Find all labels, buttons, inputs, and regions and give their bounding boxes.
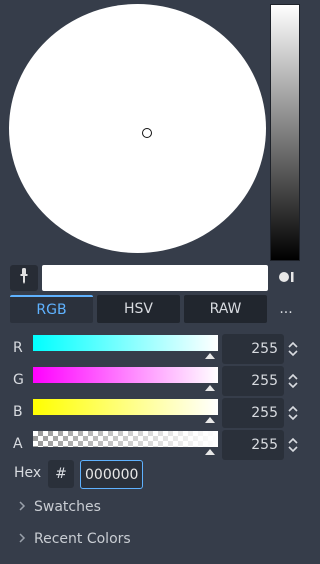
channel-label-g: G — [13, 372, 24, 388]
slider-b-handle[interactable] — [205, 417, 215, 423]
spin-arrows-icon[interactable] — [287, 339, 299, 359]
channel-label-a: A — [13, 436, 23, 452]
tab-rgb[interactable]: RGB — [10, 295, 93, 323]
spin-arrows-icon[interactable] — [287, 403, 299, 423]
value-slider-bar[interactable] — [270, 4, 300, 261]
hex-hash-text: # — [55, 466, 67, 482]
hex-label: Hex — [14, 465, 42, 481]
spinbox-a-value: 255 — [251, 437, 278, 453]
spinbox-b[interactable]: 255 — [222, 398, 284, 428]
chevron-right-icon — [18, 532, 26, 546]
hex-hash-toggle[interactable]: # — [48, 460, 74, 488]
spinbox-g-value: 255 — [251, 373, 278, 389]
spinbox-g[interactable]: 255 — [222, 366, 284, 396]
slider-r[interactable] — [33, 335, 218, 351]
spin-arrows-icon[interactable] — [287, 435, 299, 455]
channel-row-r: R 255 — [0, 334, 320, 364]
slider-g-handle[interactable] — [205, 385, 215, 391]
picker-shape-button[interactable] — [277, 268, 297, 288]
eyedropper-button[interactable] — [10, 265, 38, 291]
channel-row-a: A 255 — [0, 430, 320, 460]
section-swatches[interactable]: Swatches — [18, 495, 101, 519]
more-options-button[interactable]: ... — [274, 295, 298, 323]
channel-row-b: B 255 — [0, 398, 320, 428]
spinbox-r[interactable]: 255 — [222, 334, 284, 364]
section-swatches-label: Swatches — [34, 499, 101, 515]
slider-b[interactable] — [33, 399, 218, 415]
channel-row-g: G 255 — [0, 366, 320, 396]
picker-shape-icon — [278, 269, 296, 288]
channel-label-r: R — [13, 340, 23, 356]
slider-a[interactable] — [33, 431, 218, 447]
slider-g[interactable] — [33, 367, 218, 383]
spinbox-a[interactable]: 255 — [222, 430, 284, 460]
wheel-cursor[interactable] — [142, 128, 152, 138]
color-wheel[interactable] — [9, 4, 266, 253]
spin-arrows-icon[interactable] — [287, 371, 299, 391]
chevron-right-icon — [18, 500, 26, 514]
section-recent-colors-label: Recent Colors — [34, 531, 131, 547]
slider-a-handle[interactable] — [205, 449, 215, 455]
tab-hsv[interactable]: HSV — [97, 295, 180, 323]
hex-input[interactable] — [80, 460, 143, 489]
eyedropper-icon — [17, 267, 31, 289]
spinbox-b-value: 255 — [251, 405, 278, 421]
tab-raw[interactable]: RAW — [184, 295, 267, 323]
spinbox-r-value: 255 — [251, 341, 278, 357]
color-preview — [42, 265, 268, 291]
channel-label-b: B — [13, 404, 23, 420]
slider-r-handle[interactable] — [205, 353, 215, 359]
section-recent-colors[interactable]: Recent Colors — [18, 527, 131, 551]
